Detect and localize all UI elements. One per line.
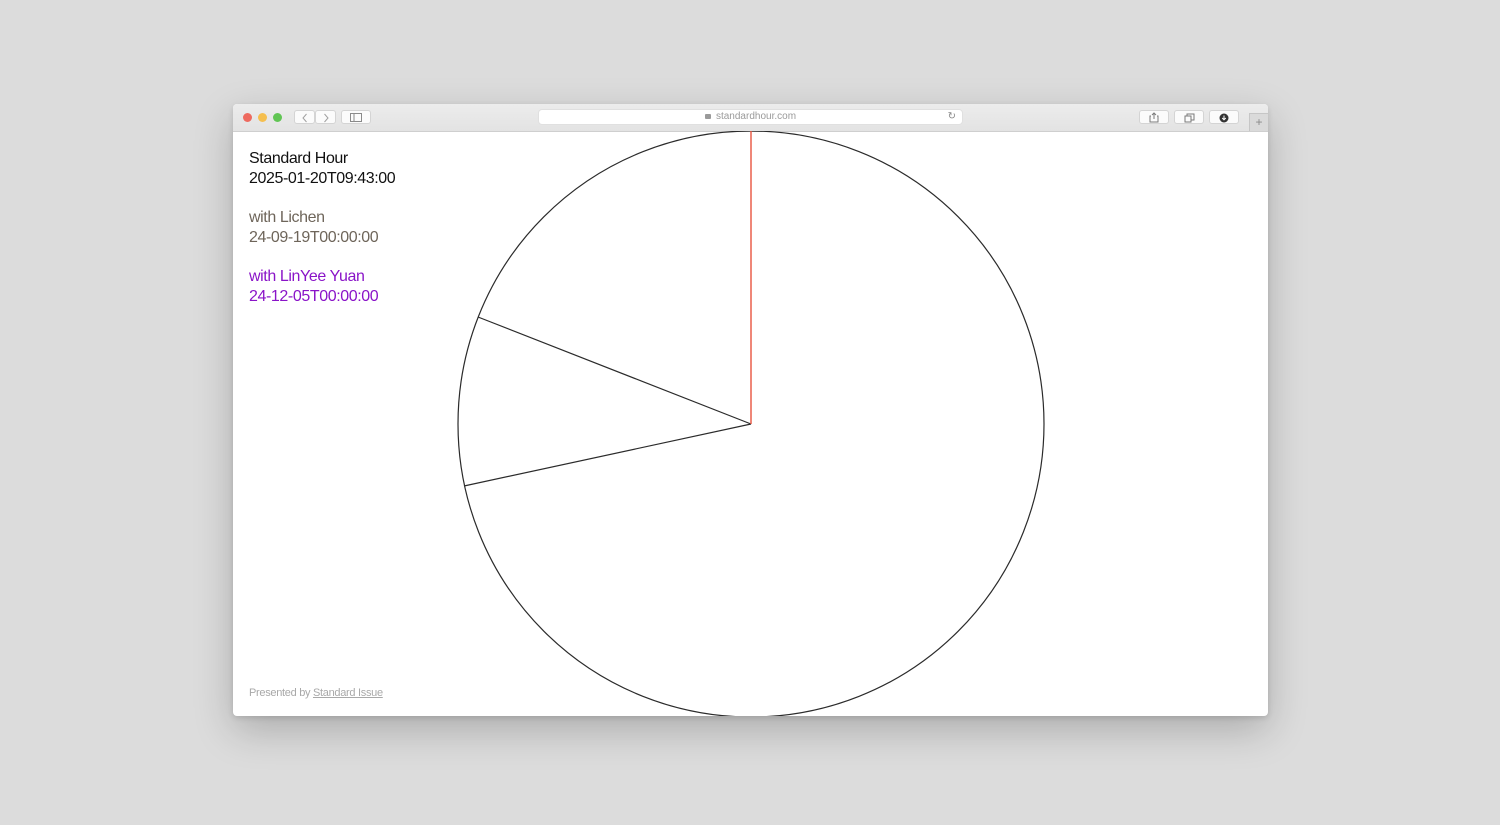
browser-window: standardhour.com ↻ + Standard Hour 2025-… — [233, 104, 1268, 716]
page-content: Standard Hour 2025-01-20T09:43:00 with L… — [233, 131, 1268, 716]
reload-icon[interactable]: ↻ — [948, 110, 956, 124]
maximize-window-button[interactable] — [273, 113, 282, 122]
footer-credit: Presented by Standard Issue — [249, 687, 383, 699]
share-icon — [1149, 112, 1159, 123]
sidebar-toggle-button[interactable] — [341, 110, 371, 124]
linyee-entry: with LinYee Yuan 24-12-05T00:00:00 — [249, 267, 379, 306]
lichen-date: 24-09-19T00:00:00 — [249, 228, 379, 246]
address-bar[interactable]: standardhour.com ↻ — [538, 109, 963, 125]
downloads-button[interactable] — [1209, 110, 1239, 124]
sidebar-icon — [350, 113, 362, 122]
page-title: Standard Hour — [249, 150, 348, 167]
close-window-button[interactable] — [243, 113, 252, 122]
chevron-left-icon — [301, 113, 307, 123]
tabs-overview-button[interactable] — [1174, 110, 1204, 124]
lichen-label: with Lichen — [249, 209, 325, 226]
share-button[interactable] — [1139, 110, 1169, 124]
linyee-label: with LinYee Yuan — [249, 268, 365, 285]
linyee-date: 24-12-05T00:00:00 — [249, 287, 379, 305]
lichen-entry: with Lichen 24-09-19T00:00:00 — [249, 208, 379, 247]
hour-clock — [457, 131, 1045, 716]
linyee-sector-edge — [463, 423, 752, 487]
minimize-window-button[interactable] — [258, 113, 267, 122]
new-tab-button[interactable]: + — [1249, 113, 1268, 131]
lock-icon — [704, 114, 711, 119]
browser-toolbar: standardhour.com ↻ + — [233, 104, 1268, 132]
tabs-icon — [1184, 113, 1194, 123]
chevron-right-icon — [323, 113, 329, 123]
standard-hour-block: Standard Hour 2025-01-20T09:43:00 — [249, 149, 396, 188]
download-icon — [1219, 113, 1229, 123]
footer-prefix: Presented by — [249, 687, 311, 699]
current-timestamp: 2025-01-20T09:43:00 — [249, 169, 396, 187]
forward-button[interactable] — [315, 110, 336, 124]
back-button[interactable] — [294, 110, 315, 124]
lichen-sector-edge — [477, 316, 752, 425]
address-url: standardhour.com — [539, 110, 962, 124]
standard-issue-link[interactable]: Standard Issue — [313, 687, 383, 699]
